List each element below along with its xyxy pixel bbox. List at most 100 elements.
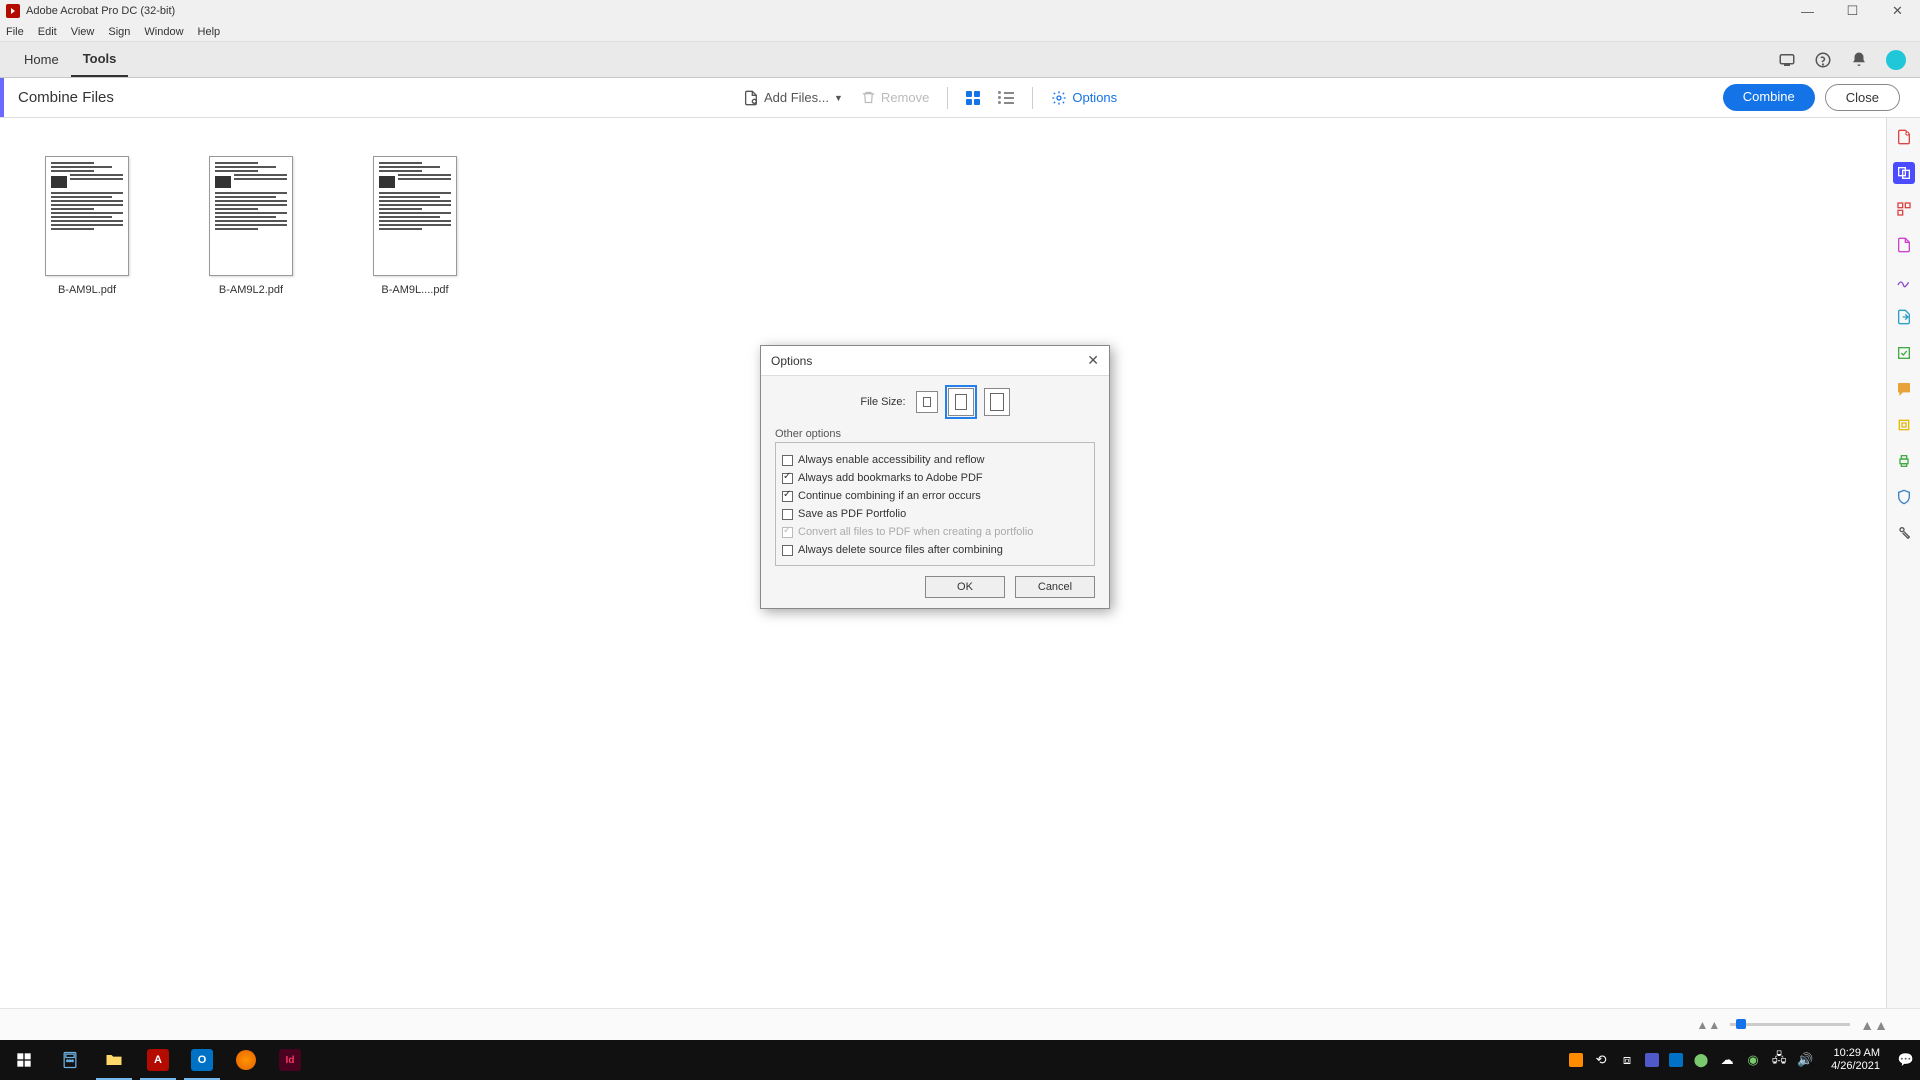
other-options-label: Other options	[775, 428, 1095, 440]
toolbar-divider-2	[1032, 87, 1033, 109]
checkbox-checked-icon	[782, 473, 793, 484]
options-button[interactable]: Options	[1051, 90, 1117, 106]
taskbar-clock[interactable]: 10:29 AM 4/26/2021	[1823, 1047, 1888, 1073]
file-item[interactable]: B-AM9L....pdf	[370, 156, 460, 296]
filesize-small-button[interactable]	[916, 391, 938, 413]
edit-pdf-icon[interactable]	[1893, 234, 1915, 256]
messages-icon[interactable]	[1778, 51, 1796, 69]
menu-file[interactable]: File	[6, 26, 24, 38]
option-bookmarks[interactable]: Always add bookmarks to Adobe PDF	[782, 469, 1088, 487]
file-thumbnail	[45, 156, 129, 276]
option-save-portfolio[interactable]: Save as PDF Portfolio	[782, 505, 1088, 523]
dialog-titlebar: Options ✕	[761, 346, 1109, 376]
add-files-button[interactable]: Add Files... ▼	[743, 90, 843, 106]
tab-tools[interactable]: Tools	[71, 42, 129, 77]
option-delete-source[interactable]: Always delete source files after combini…	[782, 541, 1088, 559]
toolbar-divider	[947, 87, 948, 109]
taskbar-explorer-icon[interactable]	[92, 1040, 136, 1080]
combine-toolbar: Combine Files Add Files... ▼ Remove Opti…	[0, 78, 1920, 118]
grid-icon	[966, 91, 980, 105]
export-pdf-icon[interactable]	[1893, 306, 1915, 328]
tray-sync-icon[interactable]: ⟲	[1593, 1052, 1609, 1068]
menu-sign[interactable]: Sign	[108, 26, 130, 38]
close-window-button[interactable]: ✕	[1875, 0, 1920, 22]
taskbar-firefox-icon[interactable]	[224, 1040, 268, 1080]
comment-icon[interactable]	[1893, 378, 1915, 400]
tray-teams-icon[interactable]	[1645, 1053, 1659, 1067]
maximize-button[interactable]: ☐	[1830, 0, 1875, 22]
list-view-button[interactable]	[998, 91, 1014, 104]
taskbar-acrobat-icon[interactable]: A	[136, 1040, 180, 1080]
taskbar-outlook-icon[interactable]: O	[180, 1040, 224, 1080]
menu-window[interactable]: Window	[144, 26, 183, 38]
dropdown-arrow-icon: ▼	[834, 93, 843, 103]
zoom-in-icon[interactable]: ▲▲	[1860, 1017, 1888, 1033]
grid-view-button[interactable]	[966, 91, 980, 105]
tray-icon[interactable]	[1569, 1053, 1583, 1067]
dialog-ok-button[interactable]: OK	[925, 576, 1005, 598]
scan-ocr-icon[interactable]	[1893, 414, 1915, 436]
menu-edit[interactable]: Edit	[38, 26, 57, 38]
tab-home[interactable]: Home	[12, 42, 71, 77]
user-avatar[interactable]	[1886, 50, 1906, 70]
close-button[interactable]: Close	[1825, 84, 1900, 111]
window-title: Adobe Acrobat Pro DC (32-bit)	[26, 5, 175, 17]
file-size-label: File Size:	[860, 396, 905, 408]
filesize-large-button[interactable]	[984, 388, 1010, 416]
zoom-slider[interactable]	[1730, 1023, 1850, 1026]
tray-outlook-icon[interactable]	[1669, 1053, 1683, 1067]
print-icon[interactable]	[1893, 450, 1915, 472]
tray-network-icon[interactable]: 🖧	[1771, 1052, 1787, 1068]
organize-pages-icon[interactable]	[1893, 198, 1915, 220]
file-thumbnail	[209, 156, 293, 276]
dialog-close-button[interactable]: ✕	[1087, 352, 1099, 369]
sign-icon[interactable]	[1893, 270, 1915, 292]
title-bar: Adobe Acrobat Pro DC (32-bit) — ☐ ✕	[0, 0, 1920, 22]
start-button[interactable]	[0, 1040, 48, 1080]
option-continue-on-error[interactable]: Continue combining if an error occurs	[782, 487, 1088, 505]
gear-icon	[1051, 90, 1067, 106]
checkbox-checked-icon	[782, 527, 793, 538]
checkbox-icon	[782, 509, 793, 520]
zoom-out-icon[interactable]: ▲▲	[1697, 1018, 1721, 1032]
tool-rail	[1886, 118, 1920, 1008]
combine-button[interactable]: Combine	[1723, 84, 1815, 111]
file-item[interactable]: B-AM9L.pdf	[42, 156, 132, 296]
tray-app-icon[interactable]: ⬤	[1693, 1052, 1709, 1068]
file-item[interactable]: B-AM9L2.pdf	[206, 156, 296, 296]
taskbar-calculator-icon[interactable]	[48, 1040, 92, 1080]
dialog-cancel-button[interactable]: Cancel	[1015, 576, 1095, 598]
options-dialog: Options ✕ File Size: Other options Alway…	[760, 345, 1110, 609]
option-convert-all: Convert all files to PDF when creating a…	[782, 523, 1088, 541]
windows-taskbar: A O Id ⟲ ⧈ ⬤ ☁ ◉ 🖧 🔊 10:29 AM 4/26/2021 …	[0, 1040, 1920, 1080]
combine-title: Combine Files	[4, 89, 114, 106]
more-tools-icon[interactable]	[1893, 522, 1915, 544]
notifications-icon[interactable]	[1850, 51, 1868, 69]
optimize-icon[interactable]	[1893, 342, 1915, 364]
tray-app2-icon[interactable]: ◉	[1745, 1052, 1761, 1068]
remove-button[interactable]: Remove	[861, 90, 929, 105]
file-name: B-AM9L2.pdf	[219, 284, 283, 296]
protect-icon[interactable]	[1893, 486, 1915, 508]
trash-icon	[861, 90, 876, 105]
filesize-medium-button[interactable]	[948, 388, 974, 416]
acrobat-app-icon	[6, 4, 20, 18]
checkbox-icon	[782, 455, 793, 466]
create-pdf-icon[interactable]	[1893, 126, 1915, 148]
menu-bar: File Edit View Sign Window Help	[0, 22, 1920, 42]
file-thumbnail	[373, 156, 457, 276]
combine-files-icon[interactable]	[1893, 162, 1915, 184]
tray-dropbox-icon[interactable]: ⧈	[1619, 1052, 1635, 1068]
minimize-button[interactable]: —	[1785, 0, 1830, 22]
checkbox-checked-icon	[782, 491, 793, 502]
tray-notifications-icon[interactable]: 💬	[1898, 1052, 1914, 1068]
system-tray: ⟲ ⧈ ⬤ ☁ ◉ 🖧 🔊 10:29 AM 4/26/2021 💬	[1569, 1047, 1920, 1073]
tray-onedrive-icon[interactable]: ☁	[1719, 1052, 1735, 1068]
menu-view[interactable]: View	[71, 26, 95, 38]
menu-help[interactable]: Help	[198, 26, 221, 38]
taskbar-indesign-icon[interactable]: Id	[268, 1040, 312, 1080]
help-icon[interactable]	[1814, 51, 1832, 69]
zoom-bar: ▲▲ ▲▲	[0, 1008, 1920, 1040]
tray-volume-icon[interactable]: 🔊	[1797, 1052, 1813, 1068]
option-accessibility[interactable]: Always enable accessibility and reflow	[782, 451, 1088, 469]
